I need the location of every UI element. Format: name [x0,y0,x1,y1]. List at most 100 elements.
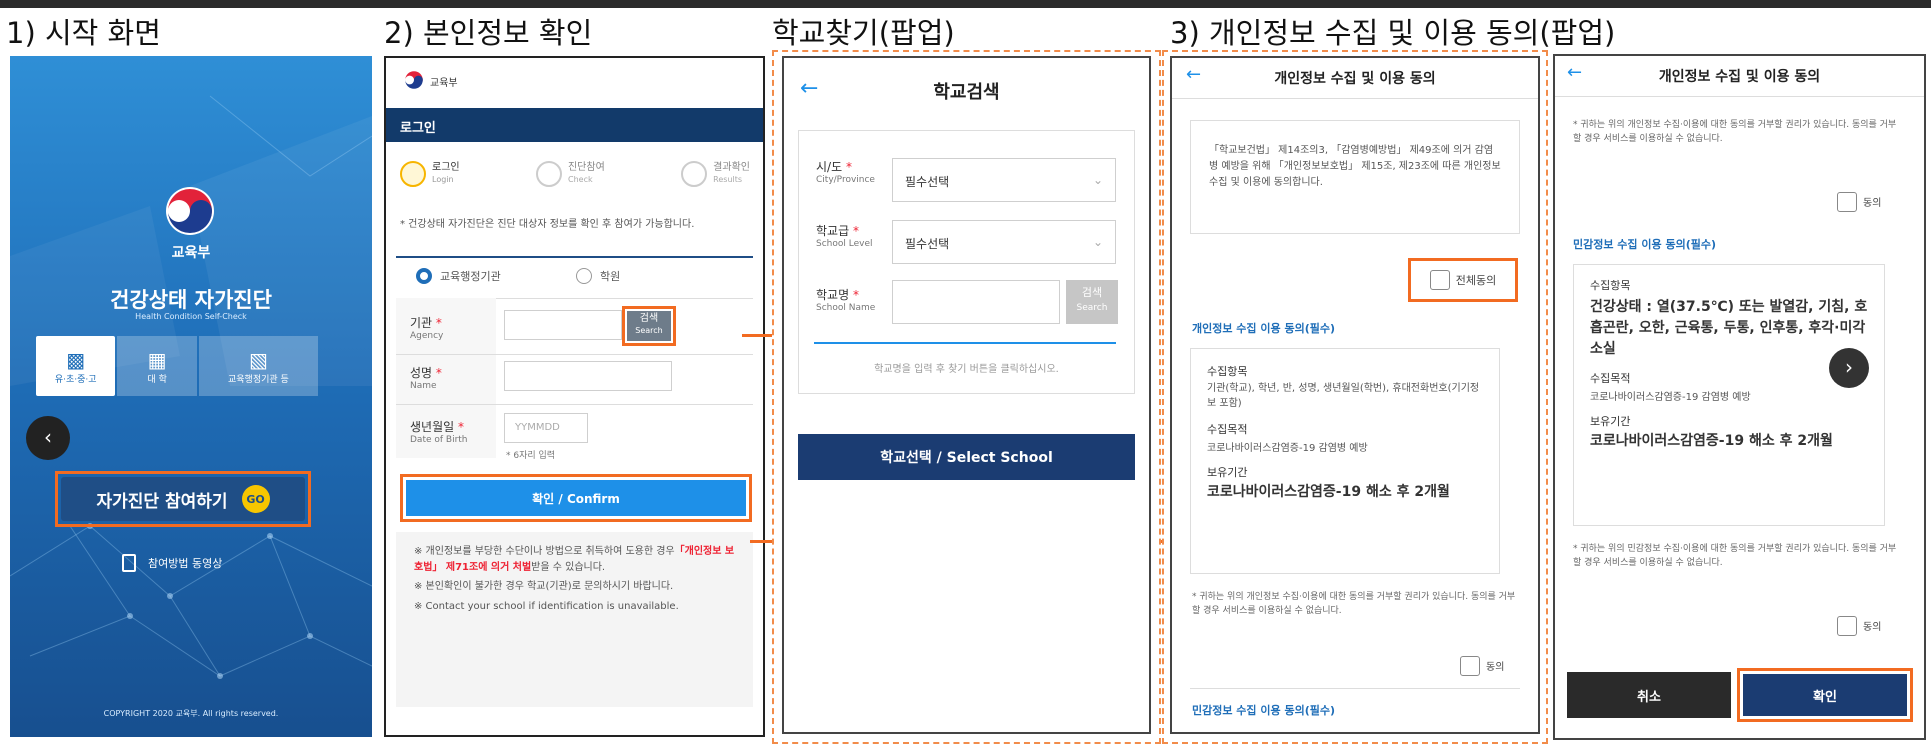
agency-search-button[interactable]: 검색 Search [627,311,671,341]
carousel-prev-button[interactable]: ‹ [26,416,70,460]
info-misuse: ※ 개인정보를 부당한 수단이나 방법으로 취득하여 도용한 경우「개인정보 보… [414,546,735,573]
ministry-emblem-icon [166,187,214,235]
cancel-button[interactable]: 취소 [1567,672,1731,718]
join-self-check-button[interactable]: 자가진단 참여하기 GO [61,477,305,521]
agree-label: 동의 [1863,622,1882,633]
radio-selected-icon [416,268,432,284]
progress-steps: 로그인 Login 진단참여 Check 결과확인 Results [400,154,750,194]
heading-consent: 3) 개인정보 수집 및 이용 동의(팝업) [1170,16,1616,50]
school-search-screen: ← 학교검색 시/도 * City/Province 필수선택 ⌄ 학교급 * Sch… [782,56,1151,734]
purpose-value: 코로나바이러스감염증-19 감염병 예방 [1207,443,1368,454]
popup-title: 개인정보 수집 및 이용 동의 [1658,69,1821,85]
chevron-down-icon: ⌄ [1092,173,1103,187]
search-hint: 학교명을 입력 후 찾기 버튼을 클릭하십시오. [874,364,1059,375]
city-label: 시/도 * City/Province [816,160,875,185]
personal-info-agree-checkbox[interactable] [1460,656,1480,676]
purpose-label: 수집목적 [1590,372,1631,385]
agency-input[interactable] [504,310,622,340]
consent-popup-1: ← 개인정보 수집 및 이용 동의 「학교보건법」 제14조의3, 「감염병예방… [1162,50,1548,744]
items-label: 수집항목 [1590,279,1631,292]
personal-info-section-title: 개인정보 수집 이용 동의(필수) [1192,322,1335,335]
agree-all-checkbox[interactable] [1429,270,1450,290]
login-step-icon [400,161,426,187]
school-name-label: 학교명 * School Name [816,288,876,313]
heading-identity-check: 2) 본인정보 확인 [384,16,593,50]
ministry-logo-text: 교육부 [430,78,458,89]
select-school-button[interactable]: 학교선택 / Select School [798,434,1135,480]
top-bar [0,0,1931,8]
refuse-note: * 귀하는 위의 개인정보 수집·이용에 대한 동의를 거부할 권리가 있습니다… [1192,592,1516,617]
divider [814,342,1116,344]
login-section-header: 로그인 [386,108,763,142]
tab-school[interactable]: ▩ 유·초·중·고 [36,336,116,396]
sensitive-info-section-title: 민감정보 수집 이용 동의(필수) [1573,238,1716,251]
how-to-video-link[interactable]: 참여방법 동영상 [122,554,222,572]
step-login: 로그인 Login [400,154,460,194]
popup-title: 개인정보 수집 및 이용 동의 [1274,71,1436,87]
level-select[interactable]: 필수선택 ⌄ [892,220,1116,264]
join-button-highlight: 자가진단 참여하기 GO [55,471,311,527]
name-input[interactable] [504,361,672,391]
final-confirm-button[interactable]: 확인 [1743,674,1907,716]
tab-university[interactable]: ▦ 대 학 [117,336,197,396]
chevron-down-icon: ⌄ [1092,235,1103,249]
login-notice: * 건강상태 자가진단은 진단 대상자 정보를 확인 후 참여가 가능합니다. [400,219,695,230]
agency-label: 기관 * Agency [410,316,444,341]
app-subtitle: Health Condition Self-Check [135,312,247,321]
office-icon: ▧ [248,347,268,372]
heading-start-screen: 1) 시작 화면 [6,16,161,50]
level-label: 학교급 * School Level [816,224,873,249]
period-value: 코로나바이러스감염증-19 해소 후 2개월 [1590,433,1833,449]
radio-academy[interactable]: 학원 [576,268,620,284]
search-button-highlight: 검색 Search [622,306,676,346]
radio-education-office[interactable]: 교육행정기관 [416,268,501,284]
period-label: 보유기간 [1207,466,1248,479]
dob-input[interactable]: YYMMDD [504,413,588,443]
carousel-next-button[interactable]: › [1829,348,1869,388]
step-results: 결과확인 Results [681,154,750,194]
consent-screen-2: ← 개인정보 수집 및 이용 동의 * 귀하는 위의 개인정보 수집·이용에 대… [1553,54,1926,740]
building-icon: ▦ [147,347,167,372]
sensitive-info-section-title: 민감정보 수집 이용 동의(필수) [1192,704,1335,717]
school-search-popup: ← 학교검색 시/도 * City/Province 필수선택 ⌄ 학교급 * Sch… [772,50,1161,744]
period-label: 보유기간 [1590,415,1631,428]
chevron-left-icon: ‹ [44,425,52,449]
ministry-name: 교육부 [171,245,211,261]
personal-info-agree-checkbox[interactable] [1837,192,1857,212]
step-check: 진단참여 Check [535,154,605,194]
divider [396,256,753,258]
school-icon: ▩ [66,347,86,372]
copyright: COPYRIGHT 2020 교육부. All rights reserved. [103,709,279,718]
chevron-right-icon: › [1845,355,1853,379]
agree-label: 동의 [1863,198,1882,209]
go-badge: GO [241,485,270,513]
name-label: 성명 * Name [410,366,442,391]
check-step-icon [535,161,562,187]
consent-screen-1: ← 개인정보 수집 및 이용 동의 「학교보건법」 제14조의3, 「감염병예방… [1170,56,1540,734]
final-confirm-highlight: 확인 [1737,668,1913,722]
items-value: 건강상태 : 열(37.5℃) 또는 발열감, 기침, 호흡곤란, 오한, 근육… [1590,299,1868,357]
city-select[interactable]: 필수선택 ⌄ [892,158,1116,202]
heading-school-search: 학교찾기(팝업) [772,16,955,50]
school-search-button[interactable]: 검색 Search [1066,280,1118,324]
school-name-input[interactable] [892,280,1060,324]
video-file-icon [122,554,136,572]
items-value: 기관(학교), 학년, 반, 성명, 생년월일(학번), 휴대전화번호(기기정보… [1207,383,1480,409]
info-contact: ※ 본인확인이 불가한 경우 학교(기관)로 문의하시기 바랍니다. [414,581,674,592]
info-contact-en: ※ Contact your school if identification … [414,600,679,612]
personal-info-box: 수집항목 기관(학교), 학년, 반, 성명, 생년월일(학번), 휴대전화번호… [1190,348,1500,574]
sensitive-info-box: 수집항목 건강상태 : 열(37.5℃) 또는 발열감, 기침, 호흡곤란, 오… [1573,264,1885,526]
sensitive-info-agree-checkbox[interactable] [1837,616,1857,636]
sensitive-refuse-note: * 귀하는 위의 민감정보 수집·이용에 대한 동의를 거부할 권리가 있습니다… [1573,544,1897,569]
dob-label: 생년월일 * Date of Birth [410,420,468,445]
radio-unselected-icon [576,268,592,284]
agree-label: 동의 [1486,662,1505,673]
confirm-button[interactable]: 확인 / Confirm [406,480,746,516]
refuse-note: * 귀하는 위의 개인정보 수집·이용에 대한 동의를 거부할 권리가 있습니다… [1573,120,1897,145]
tab-education-office[interactable]: ▧ 교육행정기관 등 [198,336,318,396]
dob-hint: * 6자리 입력 [506,451,556,461]
purpose-label: 수집목적 [1207,423,1248,436]
identity-check-screen: 교육부 로그인 로그인 Login 진단참여 Check 결과확인 Results *… [384,56,765,737]
app-title: 건강상태 자가진단 [110,288,272,312]
purpose-value: 코로나바이러스감염증-19 감염병 예방 [1590,392,1751,403]
